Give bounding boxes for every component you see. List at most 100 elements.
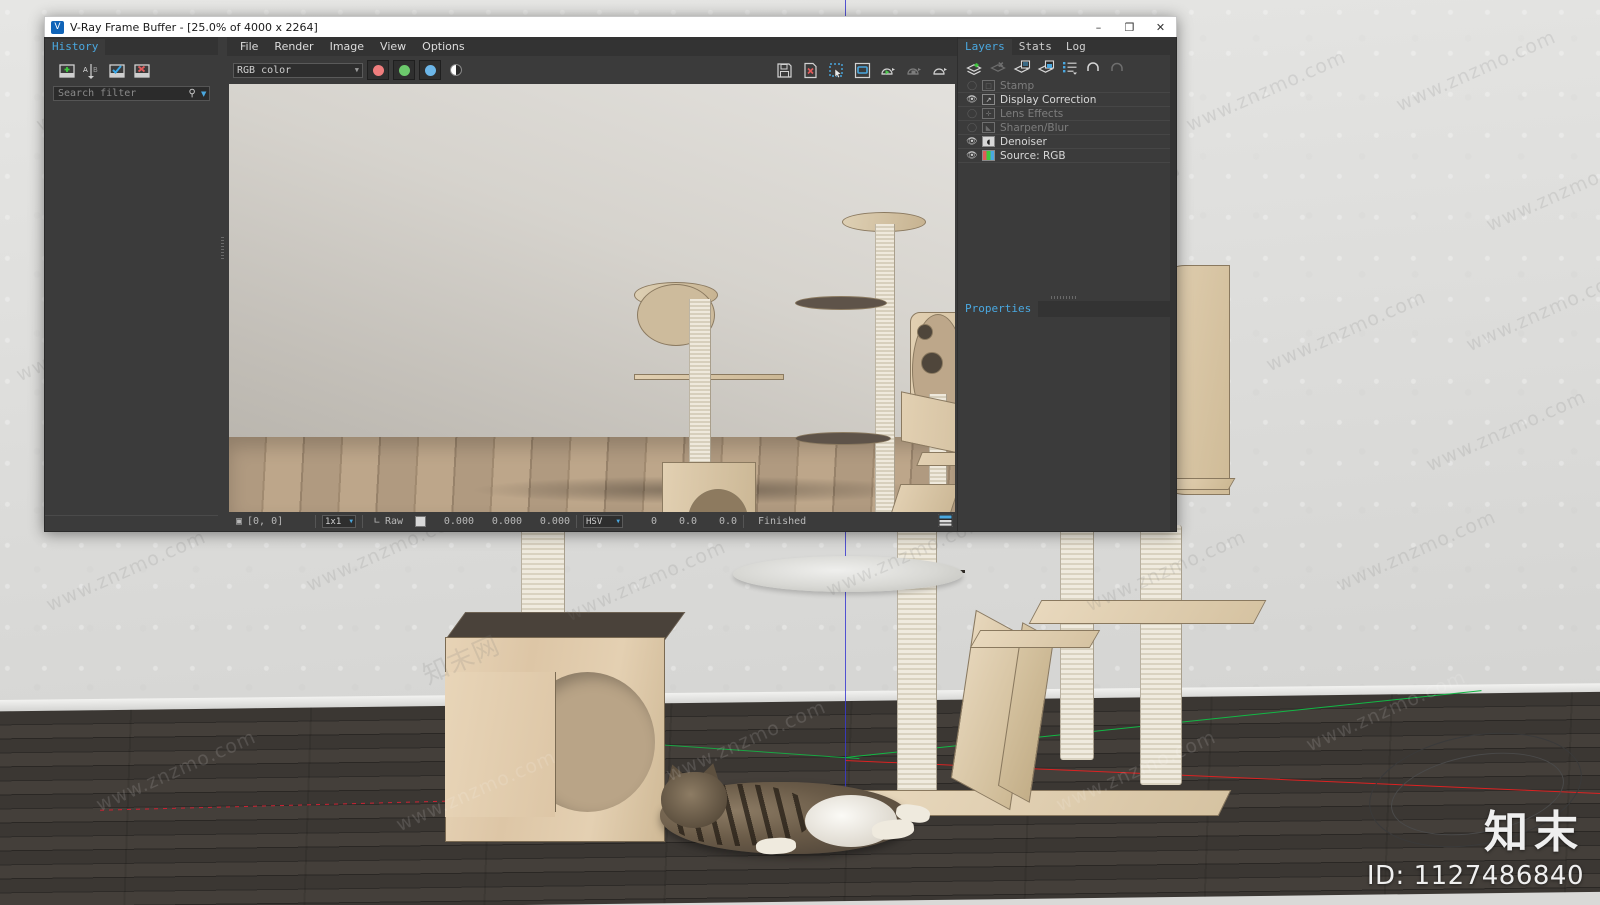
eye-icon[interactable]: 👁 bbox=[962, 137, 982, 147]
layer-row[interactable]: ◯ □ Stamp bbox=[958, 79, 1170, 93]
channel-value-r: 0.000 bbox=[443, 516, 474, 527]
menu-image[interactable]: Image bbox=[322, 38, 372, 55]
layer-label: Lens Effects bbox=[1000, 107, 1064, 120]
svg-text:A: A bbox=[83, 66, 88, 74]
eye-icon[interactable]: ◯ bbox=[962, 81, 982, 91]
blue-channel-button[interactable] bbox=[419, 60, 441, 80]
statusbar: ▣ [0, 0] 1x1 ▼ ∟ Raw 0.000 0.000 0.000 H… bbox=[227, 512, 957, 531]
chevron-down-icon[interactable]: ▼ bbox=[349, 518, 353, 525]
tab-stats[interactable]: Stats bbox=[1012, 39, 1059, 55]
layer-row[interactable]: 👁 ◖ Denoiser bbox=[958, 135, 1170, 149]
panel-splitter[interactable] bbox=[958, 293, 1170, 301]
denoiser-icon: ◖ bbox=[982, 136, 995, 147]
sample-size-value: 1x1 bbox=[325, 516, 342, 527]
start-render-icon[interactable] bbox=[877, 59, 899, 81]
properties-tabbar: Properties bbox=[958, 301, 1170, 317]
vray-frame-buffer-window[interactable]: V V-Ray Frame Buffer - [25.0% of 4000 x … bbox=[44, 16, 1177, 532]
load-layers-icon[interactable] bbox=[1011, 56, 1033, 78]
minimize-button[interactable]: – bbox=[1083, 17, 1114, 37]
cat-hammock bbox=[733, 556, 963, 592]
right-panel-tabbar: Layers Stats Log bbox=[958, 37, 1170, 55]
save-to-history-icon[interactable] bbox=[57, 62, 77, 80]
region-render-icon[interactable] bbox=[825, 59, 847, 81]
history-search-input[interactable] bbox=[54, 88, 186, 99]
left-splitter[interactable] bbox=[218, 37, 227, 531]
red-channel-button[interactable] bbox=[367, 60, 389, 80]
scratch-pole-4 bbox=[1140, 525, 1182, 785]
tab-layers[interactable]: Layers bbox=[958, 39, 1012, 55]
histogram-icon[interactable] bbox=[937, 513, 954, 530]
chevron-down-icon[interactable]: ▼ bbox=[355, 66, 359, 74]
menu-file[interactable]: File bbox=[232, 38, 266, 55]
channel-value-b: 0.000 bbox=[539, 516, 570, 527]
color-model-select[interactable]: HSV ▼ bbox=[583, 515, 623, 528]
clear-image-icon[interactable] bbox=[799, 59, 821, 81]
channel-select[interactable]: RGB color ▼ bbox=[233, 62, 363, 78]
close-button[interactable]: ✕ bbox=[1145, 17, 1176, 37]
menu-render[interactable]: Render bbox=[266, 38, 321, 55]
monochrome-toggle-icon[interactable] bbox=[445, 59, 467, 81]
layer-row[interactable]: 👁 Source: RGB bbox=[958, 149, 1170, 163]
color-curve-icon[interactable]: ∟ bbox=[369, 516, 385, 527]
channel-select-value: RGB color bbox=[237, 64, 292, 76]
raw-label: Raw bbox=[385, 516, 404, 527]
maximize-button[interactable]: ❐ bbox=[1114, 17, 1145, 37]
green-channel-button[interactable] bbox=[393, 60, 415, 80]
layer-row[interactable]: ◯ ✛ Lens Effects bbox=[958, 107, 1170, 121]
sample-size-select[interactable]: 1x1 ▼ bbox=[322, 515, 356, 528]
menu-options[interactable]: Options bbox=[414, 38, 472, 55]
layer-label: Denoiser bbox=[1000, 135, 1047, 148]
layers-list[interactable]: ◯ □ Stamp 👁 ↗ Display Correction ◯ ✛ Len… bbox=[958, 79, 1170, 293]
eye-icon[interactable]: ◯ bbox=[962, 123, 982, 133]
track-mouse-icon[interactable] bbox=[851, 59, 873, 81]
load-from-history-icon[interactable] bbox=[107, 62, 127, 80]
stamp-icon: □ bbox=[982, 80, 995, 91]
history-panel: History A B Search filter ⚲ ▼ bbox=[45, 37, 218, 531]
svg-text:B: B bbox=[93, 66, 98, 74]
window-title: V-Ray Frame Buffer - [25.0% of 4000 x 22… bbox=[70, 20, 318, 34]
pixel-probe-icon: ▣ bbox=[235, 516, 243, 527]
vray-logo-icon: V bbox=[51, 20, 64, 34]
layer-presets-icon[interactable] bbox=[1059, 56, 1081, 78]
sharpen-icon: ◣ bbox=[982, 122, 995, 133]
resume-render-icon[interactable] bbox=[929, 59, 951, 81]
menu-view[interactable]: View bbox=[372, 38, 414, 55]
right-panel: Layers Stats Log ◯ □ Stamp 👁 ↗ Display C… bbox=[957, 37, 1170, 531]
undo-icon[interactable] bbox=[1083, 56, 1105, 78]
save-image-icon[interactable] bbox=[773, 59, 795, 81]
render-canvas[interactable] bbox=[229, 84, 955, 512]
stop-render-icon[interactable] bbox=[903, 59, 925, 81]
search-options-chevron-down-icon[interactable]: ▼ bbox=[198, 89, 209, 98]
eye-icon[interactable]: ◯ bbox=[962, 109, 982, 119]
eye-icon[interactable]: 👁 bbox=[962, 95, 982, 105]
cat-head bbox=[661, 772, 727, 828]
layer-label: Sharpen/Blur bbox=[1000, 121, 1069, 134]
add-layer-icon[interactable] bbox=[963, 56, 985, 78]
curve-icon: ↗ bbox=[982, 94, 995, 105]
source-rgb-icon bbox=[982, 150, 995, 161]
tab-history[interactable]: History bbox=[45, 39, 106, 55]
chevron-down-icon[interactable]: ▼ bbox=[616, 518, 620, 525]
cat-tree-shelf-2 bbox=[969, 630, 1101, 648]
compare-ab-icon[interactable]: A B bbox=[82, 62, 102, 80]
right-panel-scrollbar[interactable] bbox=[1170, 37, 1176, 531]
color-swatch bbox=[415, 516, 426, 527]
tab-log[interactable]: Log bbox=[1059, 39, 1093, 55]
eye-icon[interactable]: 👁 bbox=[962, 151, 982, 161]
remove-from-history-icon[interactable] bbox=[132, 62, 152, 80]
hsv-value-h: 0 bbox=[650, 516, 657, 527]
tab-properties[interactable]: Properties bbox=[958, 301, 1039, 317]
layer-row[interactable]: ◯ ◣ Sharpen/Blur bbox=[958, 121, 1170, 135]
pixel-coords: [0, 0] bbox=[247, 516, 284, 527]
search-icon[interactable]: ⚲ bbox=[186, 88, 198, 99]
save-layers-icon[interactable] bbox=[1035, 56, 1057, 78]
layer-label: Stamp bbox=[1000, 79, 1035, 92]
properties-body[interactable] bbox=[958, 317, 1170, 531]
render-status: Finished bbox=[758, 516, 807, 527]
window-titlebar[interactable]: V V-Ray Frame Buffer - [25.0% of 4000 x … bbox=[44, 16, 1177, 37]
cube-house-top bbox=[445, 612, 686, 640]
history-search-row[interactable]: ⚲ ▼ bbox=[53, 86, 210, 101]
brand-overlay: 知末 ID: 1127486840 bbox=[1367, 811, 1584, 892]
layer-row[interactable]: 👁 ↗ Display Correction bbox=[958, 93, 1170, 107]
history-list[interactable] bbox=[45, 101, 218, 515]
